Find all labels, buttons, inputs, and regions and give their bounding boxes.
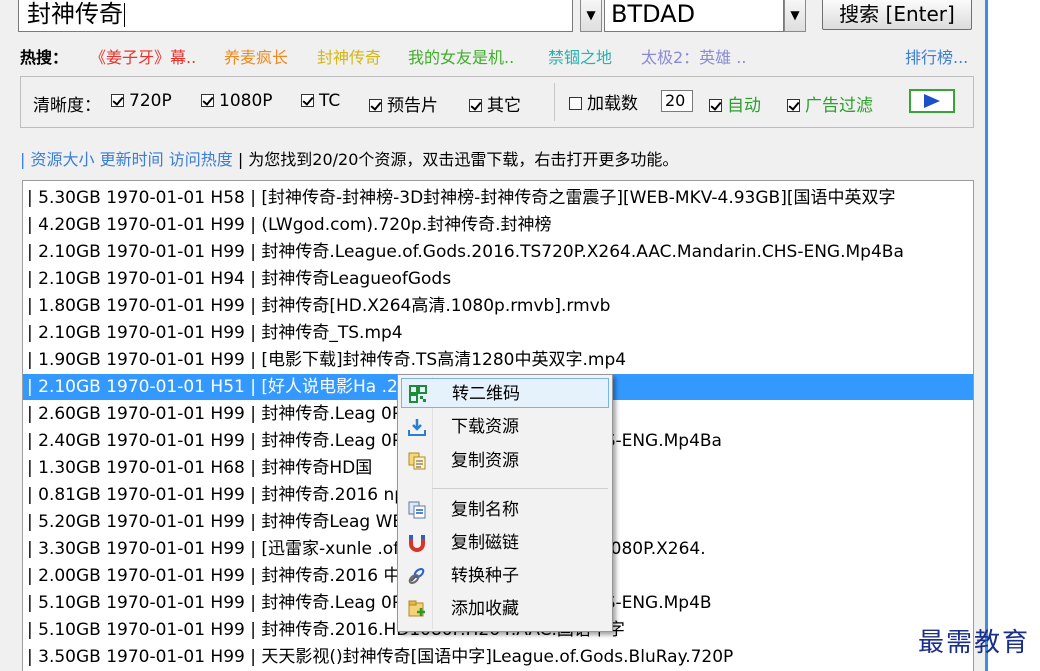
convert-torrent-icon — [408, 568, 425, 584]
hot-item[interactable]: 封神传奇 — [317, 44, 381, 68]
menu-item-qr-code[interactable]: 转二维码 — [401, 378, 609, 408]
source-value: BTDAD — [611, 0, 696, 28]
watermark-text: 最需教育 — [918, 628, 1031, 658]
checkbox-icon — [111, 94, 124, 107]
add-favorite-icon — [408, 600, 425, 617]
hot-item[interactable]: 养麦疯长 — [224, 44, 288, 68]
menu-item-label: 复制资源 — [451, 451, 519, 471]
filter-label: 其它 — [487, 96, 521, 116]
search-query: 封神传奇 — [27, 0, 123, 28]
result-count-message: | 为您找到20/20个资源，双击迅雷下载，右击打开更多功能。 — [237, 150, 679, 169]
sort-by-hot-link[interactable]: 访问热度 — [169, 150, 233, 169]
checkbox-icon — [369, 99, 382, 112]
result-row[interactable]: | 1.90GB 1970-01-01 H99 | [电影下载]封神传奇.TS高… — [23, 347, 973, 373]
copy-resource-icon — [408, 452, 426, 470]
menu-separator — [432, 488, 608, 489]
clarity-label: 清晰度： — [33, 96, 101, 116]
result-row[interactable]: | 3.50GB 1970-01-01 H99 | 天天影视()封神传奇[国语中… — [23, 644, 973, 670]
filter-label: 720P — [129, 91, 172, 111]
play-button[interactable] — [909, 89, 955, 113]
hot-search-label: 热搜： — [20, 48, 69, 67]
load-count-value: 20 — [661, 90, 693, 112]
result-row[interactable]: | 1.80GB 1970-01-01 H99 | 封神传奇[HD.X264高清… — [23, 293, 973, 319]
hot-item[interactable]: 我的女友是机.. — [408, 44, 514, 68]
menu-item-label: 转二维码 — [452, 384, 520, 404]
menu-item-copy-name[interactable]: 复制名称 — [401, 495, 609, 525]
hot-search-bar: 热搜： 《姜子牙》幕.. 养麦疯长 封神传奇 我的女友是机.. 禁锢之地 太极2… — [20, 44, 980, 68]
result-row[interactable]: | 2.10GB 1970-01-01 H99 | 封神传奇_TS.mp4 — [23, 320, 973, 346]
checkbox-icon — [201, 94, 214, 107]
checkbox-icon — [469, 99, 482, 112]
menu-item-label: 下载资源 — [451, 417, 519, 437]
result-info-line: | 资源大小 更新时间 访问热度 | 为您找到20/20个资源，双击迅雷下载，右… — [20, 146, 678, 170]
menu-item-copy-magnet[interactable]: 复制磁链 — [401, 528, 609, 558]
sort-by-size-link[interactable]: 资源大小 — [30, 150, 94, 169]
sort-by-time-link[interactable]: 更新时间 — [100, 150, 164, 169]
filter-checkbox-tc[interactable]: TC — [301, 91, 340, 111]
result-row[interactable]: | 4.20GB 1970-01-01 H99 | (LWgod.com).72… — [23, 212, 973, 238]
copy-name-icon — [408, 501, 426, 519]
load-count-checkbox[interactable]: 加载数 — [569, 89, 638, 114]
source-dropdown-button[interactable]: ▼ — [784, 0, 806, 32]
magnet-icon — [409, 535, 425, 552]
auto-checkbox[interactable]: 自动 — [709, 91, 761, 116]
filter-label: 1080P — [219, 91, 273, 111]
menu-item-add-favorite[interactable]: 添加收藏 — [401, 594, 609, 624]
checkbox-icon — [301, 94, 314, 107]
context-menu: 转二维码 下载资源 复制资源 复制名称 复制磁链 转换种子 添加收藏 — [397, 374, 613, 632]
filter-checkbox-trailer[interactable]: 预告片 — [369, 91, 438, 116]
hot-item[interactable]: 禁锢之地 — [548, 44, 612, 68]
filter-checkbox-other[interactable]: 其它 — [469, 91, 521, 116]
play-icon — [924, 94, 940, 108]
load-count-label: 加载数 — [587, 94, 638, 114]
filter-checkbox-720p[interactable]: 720P — [111, 91, 172, 111]
menu-item-copy-resource[interactable]: 复制资源 — [401, 446, 609, 476]
load-count-field[interactable]: 20 — [661, 90, 693, 112]
divider-bar: | — [20, 150, 31, 169]
result-row[interactable]: | 2.10GB 1970-01-01 H99 | 封神传奇.League.of… — [23, 239, 973, 265]
ad-filter-checkbox[interactable]: 广告过滤 — [787, 91, 873, 116]
search-input[interactable]: 封神传奇 — [18, 0, 573, 32]
text-caret — [124, 3, 125, 27]
ranking-link[interactable]: 排行榜... — [905, 44, 968, 68]
checkbox-icon — [787, 99, 800, 112]
checkbox-icon — [709, 99, 722, 112]
checkbox-icon — [569, 97, 582, 110]
menu-item-label: 转换种子 — [451, 566, 519, 586]
search-history-dropdown-button[interactable]: ▼ — [580, 0, 602, 32]
hot-item[interactable]: 太极2：英雄 .. — [641, 44, 746, 68]
result-row[interactable]: | 5.30GB 1970-01-01 H58 | [封神传奇-封神榜-3D封神… — [23, 185, 973, 211]
chevron-down-icon: ▼ — [586, 8, 596, 22]
menu-item-label: 复制磁链 — [451, 533, 519, 553]
menu-item-convert-torrent[interactable]: 转换种子 — [401, 561, 609, 591]
result-row[interactable]: | 2.10GB 1970-01-01 H94 | 封神传奇LeagueofGo… — [23, 266, 973, 292]
auto-label: 自动 — [727, 96, 761, 116]
chevron-down-icon: ▼ — [790, 8, 800, 22]
qr-code-icon — [409, 385, 427, 403]
hot-item[interactable]: 《姜子牙》幕.. — [90, 44, 196, 68]
options-group: 清晰度： 720P 1080P TC 预告片 其它 加载数 20 自动 广告过滤 — [20, 76, 974, 128]
app-window: 封神传奇 ▼ BTDAD ▼ 搜索 [Enter] 热搜： 《姜子牙》幕.. 养… — [0, 0, 988, 671]
source-select[interactable]: BTDAD — [604, 0, 784, 32]
ad-filter-label: 广告过滤 — [805, 96, 873, 116]
menu-item-download[interactable]: 下载资源 — [401, 412, 609, 442]
menu-item-label: 添加收藏 — [451, 599, 519, 619]
options-divider — [554, 83, 555, 121]
download-icon — [408, 419, 426, 436]
filter-label: TC — [319, 91, 341, 111]
filter-checkbox-1080p[interactable]: 1080P — [201, 91, 273, 111]
menu-item-label: 复制名称 — [451, 500, 519, 520]
filter-label: 预告片 — [387, 96, 438, 116]
search-button[interactable]: 搜索 [Enter] — [822, 0, 972, 30]
